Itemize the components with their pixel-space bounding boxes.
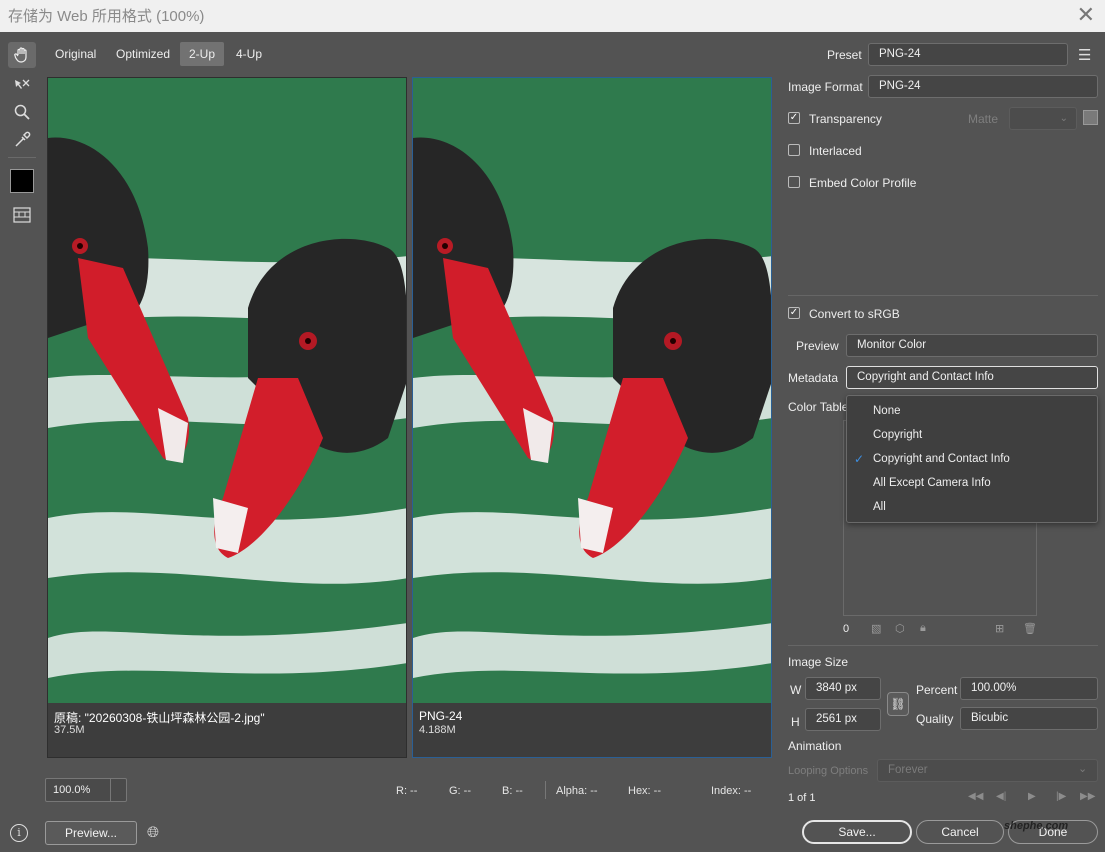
transparency-label: Transparency (809, 112, 882, 126)
zoom-icon[interactable] (8, 99, 36, 125)
swan-image-optimized (413, 78, 771, 703)
height-input[interactable]: 2561 px (805, 708, 881, 731)
metadata-option-all-except-camera[interactable]: All Except Camera Info (873, 477, 991, 489)
optimized-file-size: 4.188M (419, 724, 456, 736)
animation-title: Animation (788, 739, 842, 753)
embed-color-profile-label: Embed Color Profile (809, 176, 917, 190)
interlaced-checkbox[interactable] (788, 144, 800, 156)
matte-select: ⌄ (1009, 107, 1077, 130)
cancel-button[interactable]: Cancel (916, 820, 1004, 844)
r-value: R: -- (396, 785, 418, 797)
metadata-option-copyright-contact[interactable]: Copyright and Contact Info (873, 453, 1010, 465)
percent-label: Percent (916, 683, 958, 697)
chevron-down-icon: ⌄ (1059, 113, 1068, 124)
frame-counter: 1 of 1 (788, 792, 816, 804)
globe-icon[interactable]: 🌐︎ (147, 824, 159, 841)
hex-value: Hex: -- (628, 785, 661, 797)
next-frame-icon: |▶ (1056, 791, 1067, 802)
toggle-slices-icon[interactable] (8, 202, 36, 228)
zoom-divider (110, 779, 111, 801)
checkmark-icon: ✓ (854, 452, 865, 466)
optimized-preview-pane[interactable]: PNG-24 4.188M (412, 77, 772, 758)
metadata-dropdown: None Copyright ✓ Copyright and Contact I… (846, 395, 1098, 523)
link-icon[interactable]: ⛓ (887, 692, 909, 716)
percent-input[interactable]: 100.00% (960, 677, 1098, 700)
info-icon[interactable]: i (10, 824, 28, 842)
color-count: 0 (843, 623, 850, 635)
alpha-value: Alpha: -- (556, 785, 598, 797)
divider (788, 295, 1098, 296)
quality-label: Quality (916, 712, 954, 726)
tab-4-up[interactable]: 4-Up (227, 42, 271, 66)
map-transparency-icon[interactable]: ▧ (871, 622, 881, 635)
window-title: 存储为 Web 所用格式 (100%) (8, 8, 205, 25)
b-value: B: -- (502, 785, 523, 797)
matte-label: Matte (968, 112, 999, 126)
first-frame-icon: ◀◀ (968, 791, 984, 802)
preview-button[interactable]: Preview... (45, 821, 137, 845)
tab-2-up[interactable]: 2-Up (180, 42, 225, 66)
convert-srgb-checkbox[interactable]: ✓ (788, 307, 800, 319)
trash-icon[interactable]: 🗑︎ (1023, 622, 1037, 635)
color-swatch[interactable] (10, 169, 34, 193)
tab-original[interactable]: Original (46, 42, 105, 66)
close-icon[interactable]: ✕ (1077, 2, 1095, 28)
interlaced-label: Interlaced (809, 144, 862, 158)
image-size-title: Image Size (788, 655, 849, 669)
swan-image-original (48, 78, 406, 703)
last-frame-icon: ▶▶ (1080, 791, 1096, 802)
original-preview-pane[interactable]: 原稿: "20260308-铁山坪森林公园-2.jpg" 37.5M (47, 77, 407, 758)
g-value: G: -- (449, 785, 471, 797)
metadata-option-none[interactable]: None (873, 405, 901, 417)
metadata-option-all[interactable]: All (873, 501, 886, 513)
metadata-option-copyright[interactable]: Copyright (873, 429, 922, 441)
quality-select[interactable]: Bicubic (960, 707, 1098, 730)
title-bar: 存储为 Web 所用格式 (100%) ✕ (0, 0, 1105, 32)
looping-options-label: Looping Options (788, 765, 869, 777)
add-color-icon[interactable]: ⊞ (995, 622, 1004, 635)
watermark: shephe.com (1004, 820, 1069, 832)
previous-frame-icon: ◀| (996, 791, 1007, 802)
play-icon: ▶ (1028, 791, 1036, 802)
metadata-label: Metadata (788, 371, 839, 385)
image-format-select[interactable]: PNG-24 (868, 75, 1098, 98)
looping-options-select: Forever (877, 759, 1098, 782)
tool-divider (8, 157, 36, 158)
optimized-format-caption: PNG-24 (419, 709, 463, 723)
zoom-value: 100.0% (53, 784, 91, 796)
divider (545, 781, 546, 799)
embed-color-profile-checkbox[interactable] (788, 176, 800, 188)
width-label: W (790, 683, 802, 697)
transparency-checkbox[interactable]: ✓ (788, 112, 800, 124)
slice-select-icon[interactable] (8, 72, 36, 98)
height-label: H (791, 715, 800, 729)
original-file-size: 37.5M (54, 724, 85, 736)
preset-label: Preset (827, 48, 862, 62)
matte-color-swatch (1083, 110, 1098, 125)
width-input[interactable]: 3840 px (805, 677, 881, 700)
metadata-select[interactable]: Copyright and Contact Info (846, 366, 1098, 389)
tab-optimized[interactable]: Optimized (107, 42, 179, 66)
menu-icon[interactable]: ☰ (1078, 46, 1091, 64)
eyedropper-icon[interactable] (8, 127, 36, 153)
index-value: Index: -- (711, 785, 752, 797)
lock-icon[interactable]: 🔒︎ (920, 622, 926, 635)
divider (788, 645, 1098, 646)
convert-srgb-label: Convert to sRGB (809, 307, 900, 321)
hand-icon[interactable] (8, 42, 36, 68)
preset-select[interactable]: PNG-24 (868, 43, 1068, 66)
preview-select[interactable]: Monitor Color (846, 334, 1098, 357)
chevron-down-icon: ⌄ (1078, 763, 1088, 775)
zoom-level-select[interactable]: 100.0% (45, 778, 127, 802)
save-button[interactable]: Save... (802, 820, 912, 844)
color-table-label: Color Table (788, 400, 849, 414)
image-format-label: Image Format (788, 80, 863, 94)
original-file-caption: 原稿: "20260308-铁山坪森林公园-2.jpg" (54, 711, 265, 725)
preview-label: Preview (796, 339, 839, 353)
web-shift-icon[interactable]: ⬡ (895, 622, 905, 635)
